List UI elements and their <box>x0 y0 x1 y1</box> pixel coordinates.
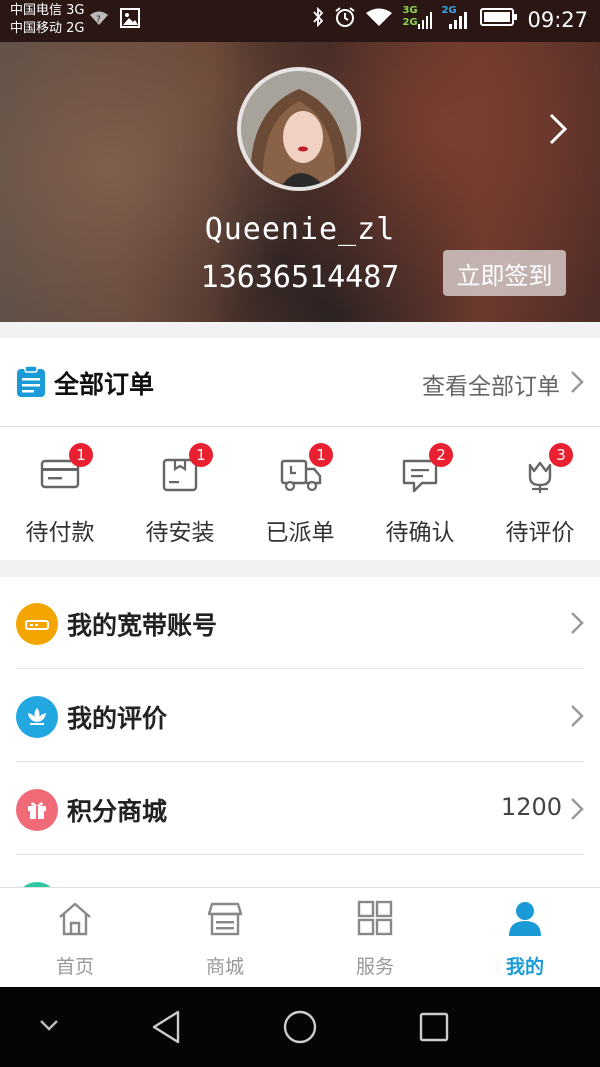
status-left-icons: ? <box>88 8 140 32</box>
menu-list: 我的宽带账号 我的评价 积分商城 1200 <box>0 577 600 887</box>
points-value: 1200 <box>500 793 562 821</box>
profile-chevron-right-icon[interactable] <box>548 112 568 150</box>
order-status-label: 待确认 <box>385 520 455 546</box>
profile-header: Queenie_zl 13636514487 立即签到 <box>0 42 600 322</box>
chevron-right-icon <box>570 797 584 825</box>
order-status-dispatched[interactable]: 1 已派单 <box>240 427 360 560</box>
chevron-right-icon <box>570 370 584 398</box>
store-icon <box>207 900 243 942</box>
signal-3g-2g-icon: 3G 2G <box>402 4 433 32</box>
tab-label: 首页 <box>55 956 94 978</box>
chevron-right-icon <box>570 611 584 639</box>
net-label-1: 3G <box>402 4 418 16</box>
carrier-1: 中国电信 3G <box>10 3 85 18</box>
status-right: 3G 2G 2G 09:27 <box>311 4 588 33</box>
order-status-pending-payment[interactable]: 1 待付款 <box>0 427 120 560</box>
menu-item-my-reviews[interactable]: 我的评价 <box>0 670 600 762</box>
grid-icon <box>357 900 393 942</box>
battery-icon <box>480 7 518 32</box>
gift-icon <box>16 789 58 831</box>
chevron-down-icon[interactable] <box>38 1017 60 1037</box>
divider <box>16 761 584 762</box>
order-status-label: 待评价 <box>505 520 575 546</box>
menu-item-points-mall[interactable]: 积分商城 1200 <box>0 763 600 855</box>
order-status-pending-install[interactable]: 1 待安装 <box>120 427 240 560</box>
carrier-info: 中国电信 3G 中国移动 2G <box>10 2 84 38</box>
net-label-2: 2G <box>402 16 418 28</box>
tab-service[interactable]: 服务 <box>300 888 450 988</box>
orders-title: 全部订单 <box>54 370 155 399</box>
tab-mall[interactable]: 商城 <box>150 888 300 988</box>
user-icon <box>507 900 543 942</box>
clock: 09:27 <box>527 7 588 32</box>
order-status-label: 已派单 <box>265 520 335 546</box>
menu-label: 我的评价 <box>67 704 168 733</box>
back-icon[interactable] <box>150 1009 182 1049</box>
chevron-right-icon <box>570 704 584 732</box>
signin-button[interactable]: 立即签到 <box>443 250 566 296</box>
orders-header[interactable]: 全部订单 查看全部订单 <box>0 338 600 427</box>
home-circle-icon[interactable] <box>282 1009 318 1049</box>
order-status-label: 待安装 <box>145 520 215 546</box>
signal-2g-icon: 2G <box>441 5 471 32</box>
tab-label: 我的 <box>505 956 544 978</box>
svg-text:?: ? <box>96 15 101 25</box>
badge: 3 <box>549 443 573 467</box>
menu-label: 积分商城 <box>67 797 168 826</box>
tab-label: 服务 <box>355 956 394 978</box>
alarm-icon <box>334 6 356 33</box>
order-status-label: 待付款 <box>25 520 95 546</box>
badge: 1 <box>309 443 333 467</box>
order-status-pending-confirm[interactable]: 2 待确认 <box>360 427 480 560</box>
tab-mine[interactable]: 我的 <box>450 888 600 988</box>
carrier-2: 中国移动 2G <box>10 21 85 36</box>
home-icon <box>57 900 93 942</box>
order-status-row: 1 待付款 1 待安装 1 已派单 2 待确认 3 待评价 <box>0 427 600 560</box>
menu-label: 我的宽带账号 <box>67 611 218 640</box>
divider <box>16 854 584 855</box>
recents-icon[interactable] <box>418 1011 450 1047</box>
badge: 1 <box>69 443 93 467</box>
system-navigation-bar <box>0 987 600 1067</box>
tab-home[interactable]: 首页 <box>0 888 150 988</box>
bottom-tab-bar: 首页 商城 服务 我的 <box>0 887 600 988</box>
badge: 2 <box>429 443 453 467</box>
lotus-icon <box>16 696 58 738</box>
image-icon <box>120 8 140 32</box>
badge: 1 <box>189 443 213 467</box>
status-bar: 中国电信 3G 中国移动 2G ? 3G 2G 2G 09:27 <box>0 0 600 42</box>
divider <box>16 668 584 669</box>
tab-label: 商城 <box>205 956 244 978</box>
wifi-question-icon: ? <box>88 9 110 31</box>
menu-item-broadband-account[interactable]: 我的宽带账号 <box>0 577 600 669</box>
username: Queenie_zl <box>204 212 396 247</box>
router-icon <box>16 603 58 645</box>
avatar[interactable] <box>237 67 361 191</box>
clipboard-icon <box>16 365 46 402</box>
menu-item-partial[interactable] <box>0 856 600 887</box>
bluetooth-icon <box>311 6 325 32</box>
wifi-icon <box>365 7 393 32</box>
view-all-orders-link[interactable]: 查看全部订单 <box>422 367 560 401</box>
order-status-pending-review[interactable]: 3 待评价 <box>480 427 600 560</box>
orders-card: 全部订单 查看全部订单 1 待付款 1 待安装 1 已派单 2 待确认 3 待评… <box>0 338 600 560</box>
